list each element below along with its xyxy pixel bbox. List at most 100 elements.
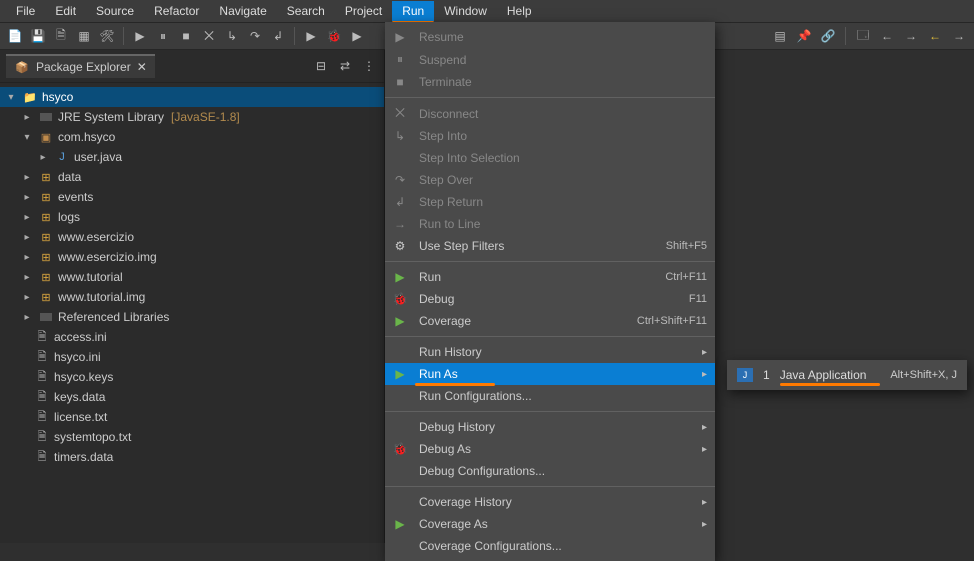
menu-project[interactable]: Project	[335, 1, 392, 21]
tree-folder[interactable]: ▸⊞www.esercizio.img	[0, 247, 384, 267]
chevron-right-icon[interactable]: ▸	[20, 172, 34, 183]
tree-file[interactable]: 🗎access.ini	[0, 327, 384, 347]
menu-run[interactable]: Run	[392, 1, 434, 21]
run-last-icon[interactable]: ▶	[302, 27, 320, 45]
collapse-all-icon[interactable]: ⊟	[312, 57, 330, 75]
file-icon: 🗎	[34, 389, 50, 405]
step-return-icon[interactable]: ↲	[269, 27, 287, 45]
tree-reflib[interactable]: ▸ Referenced Libraries	[0, 307, 384, 327]
tree-file[interactable]: 🗎timers.data	[0, 447, 384, 467]
chevron-right-icon[interactable]: ▸	[20, 272, 34, 283]
menu-item-debug[interactable]: 🐞DebugF11	[385, 288, 715, 310]
pin-icon[interactable]: 📌	[795, 27, 813, 45]
chevron-right-icon[interactable]: ▸	[20, 212, 34, 223]
menu-item-debug-as[interactable]: 🐞Debug As▸	[385, 438, 715, 460]
chevron-right-icon[interactable]: ▸	[20, 292, 34, 303]
menu-item-use-step-filters[interactable]: ⚙Use Step FiltersShift+F5	[385, 235, 715, 257]
chevron-right-icon[interactable]: ▸	[20, 252, 34, 263]
menu-source[interactable]: Source	[86, 1, 144, 21]
package-explorer-tab[interactable]: 📦 Package Explorer ✕	[6, 54, 155, 78]
step-into-icon[interactable]: ↳	[223, 27, 241, 45]
toggle-icon[interactable]: ▦	[75, 27, 93, 45]
menu-refactor[interactable]: Refactor	[144, 1, 209, 21]
back-icon[interactable]: ←	[878, 27, 896, 45]
disconnect-icon[interactable]: ⨉	[200, 27, 218, 45]
tree-folder[interactable]: ▸⊞logs	[0, 207, 384, 227]
menu-item-coverage-as[interactable]: ▶Coverage As▸	[385, 513, 715, 535]
menu-help[interactable]: Help	[497, 1, 542, 21]
tree-file[interactable]: 🗎hsyco.ini	[0, 347, 384, 367]
view-menu-icon[interactable]: ⋮	[360, 57, 378, 75]
stop-icon[interactable]: ■	[177, 27, 195, 45]
step-over-icon[interactable]: ↷	[246, 27, 264, 45]
build-icon[interactable]: 🛠	[98, 27, 116, 45]
tree-jre[interactable]: ▸ JRE System Library [JavaSE-1.8]	[0, 107, 384, 127]
save-all-icon[interactable]: 🗎	[52, 27, 70, 45]
menu-item-label: Disconnect	[419, 107, 707, 121]
perspective-icon[interactable]: 🗔	[854, 27, 872, 45]
menu-item-run-configurations-[interactable]: Run Configurations...	[385, 385, 715, 407]
menu-item-run[interactable]: ▶RunCtrl+F11	[385, 266, 715, 288]
menu-item-debug-configurations-[interactable]: Debug Configurations...	[385, 460, 715, 482]
menu-item-label: Debug Configurations...	[419, 464, 707, 478]
menu-item-label: Debug History	[419, 420, 692, 434]
new-icon[interactable]: 📄	[6, 27, 24, 45]
tree-file[interactable]: 🗎keys.data	[0, 387, 384, 407]
pause-icon[interactable]: ⏸	[154, 27, 172, 45]
forward-icon[interactable]: →	[902, 27, 920, 45]
menu-item-icon: ↲	[391, 195, 409, 209]
menu-item-icon: ⨉	[391, 106, 409, 121]
chevron-down-icon[interactable]: ▾	[20, 132, 34, 143]
tree-folder[interactable]: ▸⊞www.esercizio	[0, 227, 384, 247]
tree-folder[interactable]: ▸⊞www.tutorial	[0, 267, 384, 287]
chevron-right-icon[interactable]: ▸	[20, 112, 34, 123]
coverage-icon[interactable]: ▶	[348, 27, 366, 45]
run-as-java-application[interactable]: J 1 Java Application Alt+Shift+X, J	[727, 364, 967, 386]
tree-folder[interactable]: ▸⊞www.tutorial.img	[0, 287, 384, 307]
chevron-right-icon[interactable]: ▸	[20, 232, 34, 243]
forward-dark-icon[interactable]: →	[950, 27, 968, 45]
menu-navigate[interactable]: Navigate	[209, 1, 276, 21]
link-icon[interactable]: 🔗	[819, 27, 837, 45]
file-icon: 🗎	[34, 429, 50, 445]
tree-file[interactable]: 🗎license.txt	[0, 407, 384, 427]
submenu-arrow-icon: ▸	[702, 519, 707, 530]
menu-item-coverage-history[interactable]: Coverage History▸	[385, 491, 715, 513]
resume-icon[interactable]: ▶	[131, 27, 149, 45]
menu-item-label: Step Into	[419, 129, 707, 143]
tree-file[interactable]: 🗎hsyco.keys	[0, 367, 384, 387]
link-editor-icon[interactable]: ⇄	[336, 57, 354, 75]
tree-project[interactable]: ▾ 📁 hsyco	[0, 87, 384, 107]
chevron-right-icon[interactable]: ▸	[36, 152, 50, 163]
chevron-right-icon[interactable]: ▸	[20, 312, 34, 323]
menu-edit[interactable]: Edit	[45, 1, 86, 21]
debug-last-icon[interactable]: 🐞	[325, 27, 343, 45]
menu-item-label: Use Step Filters	[419, 239, 656, 253]
menu-item-coverage-configurations-[interactable]: Coverage Configurations...	[385, 535, 715, 557]
menu-item-run-as[interactable]: ▶Run As▸	[385, 363, 715, 385]
folder-label: www.tutorial	[58, 270, 123, 284]
tree-java-file[interactable]: ▸ J user.java	[0, 147, 384, 167]
menu-file[interactable]: File	[6, 1, 45, 21]
menu-item-run-history[interactable]: Run History▸	[385, 341, 715, 363]
folder-label: www.tutorial.img	[58, 290, 145, 304]
java-file-label: user.java	[74, 150, 122, 164]
save-icon[interactable]: 💾	[29, 27, 47, 45]
tree-file[interactable]: 🗎systemtopo.txt	[0, 427, 384, 447]
menu-window[interactable]: Window	[434, 1, 497, 21]
back-yellow-icon[interactable]: ←	[926, 27, 944, 45]
close-icon[interactable]: ✕	[137, 60, 147, 74]
menu-item-label: Debug	[419, 292, 679, 306]
folder-icon: ⊞	[38, 249, 54, 265]
tree-package[interactable]: ▾ ▣ com.hsyco	[0, 127, 384, 147]
chevron-down-icon[interactable]: ▾	[4, 92, 18, 103]
project-tree[interactable]: ▾ 📁 hsyco ▸ JRE System Library [JavaSE-1…	[0, 83, 384, 543]
outline-icon[interactable]: ▤	[771, 27, 789, 45]
menu-search[interactable]: Search	[277, 1, 335, 21]
menu-item-coverage[interactable]: ▶CoverageCtrl+Shift+F11	[385, 310, 715, 332]
tree-folder[interactable]: ▸⊞events	[0, 187, 384, 207]
submenu-arrow-icon: ▸	[702, 369, 707, 380]
menu-item-debug-history[interactable]: Debug History▸	[385, 416, 715, 438]
chevron-right-icon[interactable]: ▸	[20, 192, 34, 203]
tree-folder[interactable]: ▸⊞data	[0, 167, 384, 187]
